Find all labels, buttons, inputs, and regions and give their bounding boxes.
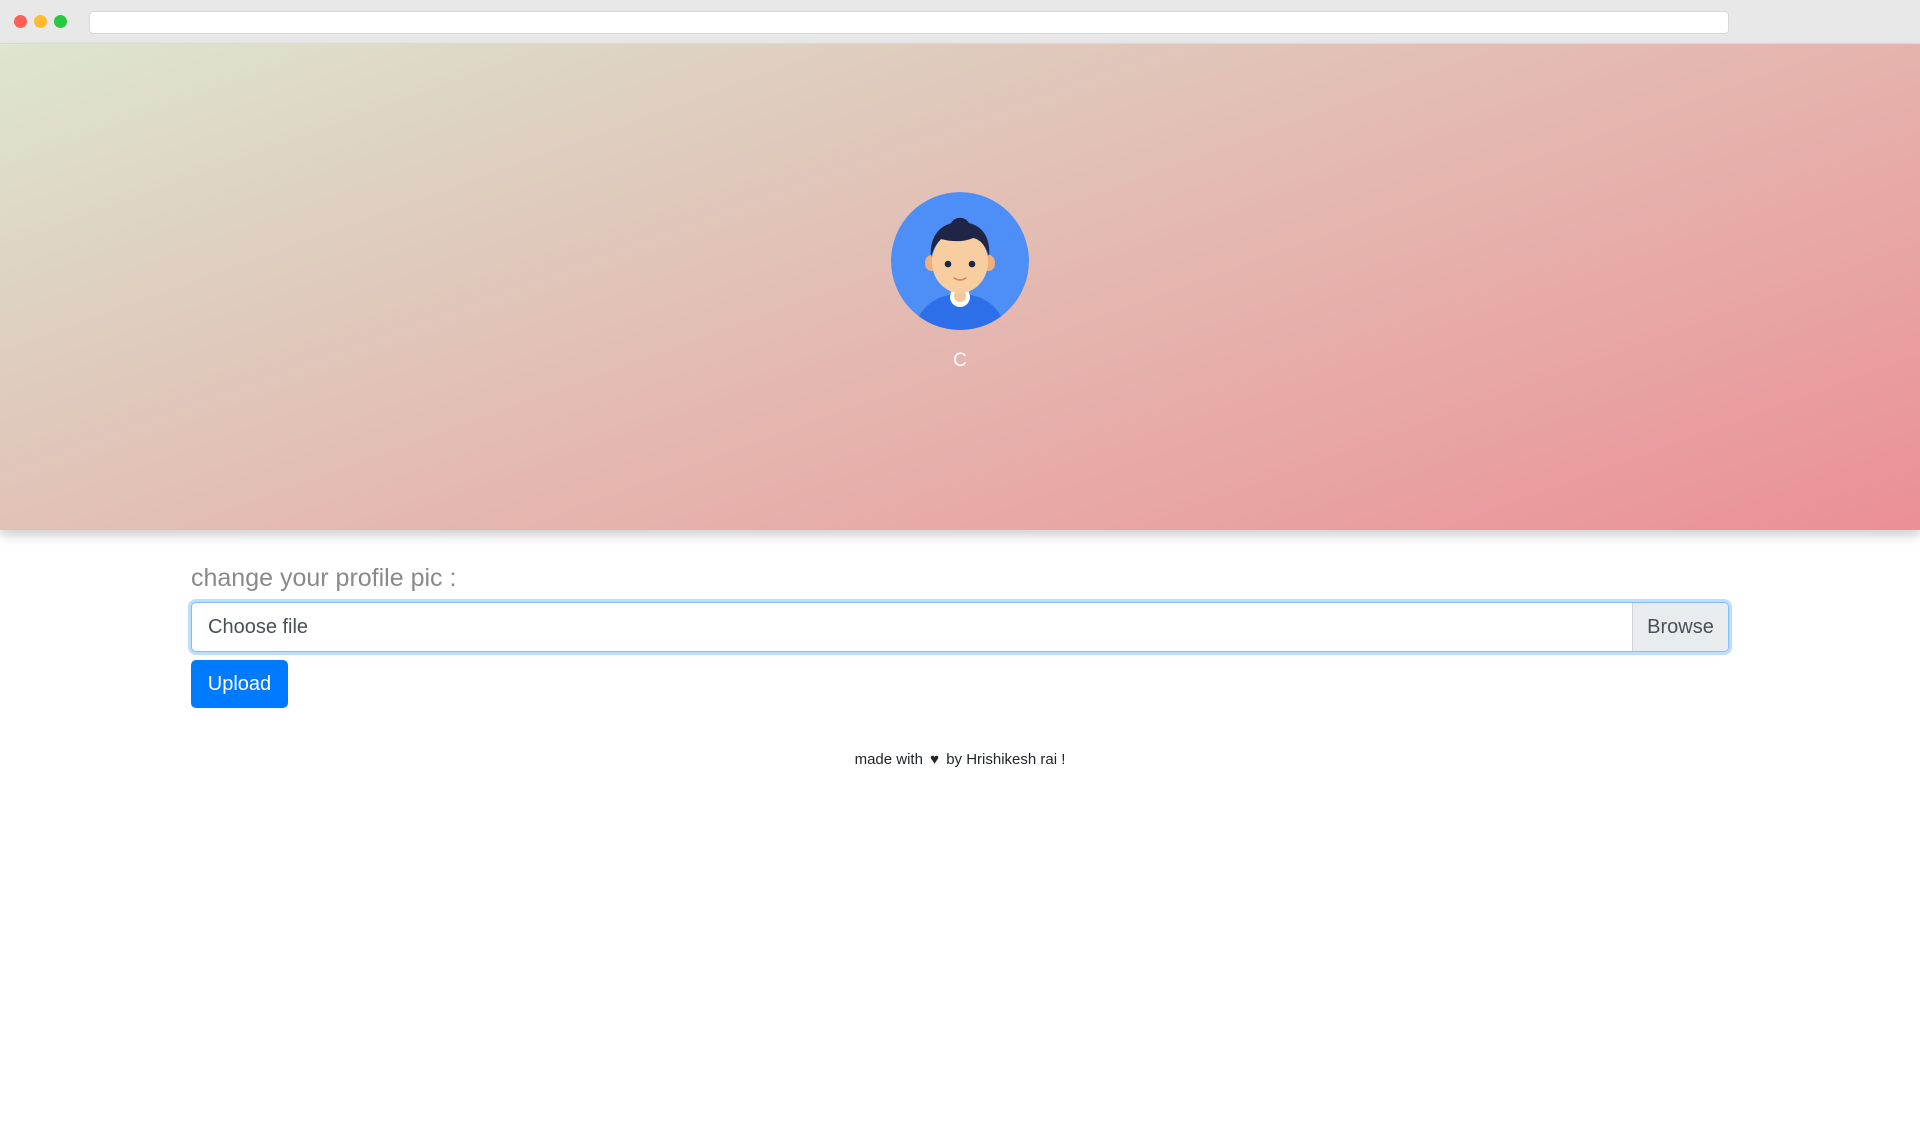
close-window-button[interactable] <box>14 15 27 28</box>
profile-header: C <box>0 44 1920 530</box>
footer: made with ♥ by Hrishikesh rai ! <box>0 751 1920 768</box>
footer-prefix: made with <box>854 751 923 768</box>
browser-chrome <box>0 0 1920 44</box>
profile-name: C <box>953 350 967 371</box>
heart-icon: ♥ <box>930 751 940 768</box>
file-input[interactable]: Choose file Browse <box>191 602 1729 652</box>
upload-label: change your profile pic : <box>191 564 457 592</box>
maximize-window-button[interactable] <box>54 15 67 28</box>
footer-author: by Hrishikesh rai ! <box>946 751 1066 768</box>
file-input-placeholder[interactable]: Choose file <box>192 616 1632 639</box>
upload-button[interactable]: Upload <box>191 660 288 708</box>
user-avatar-icon <box>891 192 1029 330</box>
address-bar[interactable] <box>89 11 1729 34</box>
minimize-window-button[interactable] <box>34 15 47 28</box>
browse-button[interactable]: Browse <box>1632 603 1728 651</box>
upload-form: change your profile pic : Choose file Br… <box>191 560 1729 708</box>
